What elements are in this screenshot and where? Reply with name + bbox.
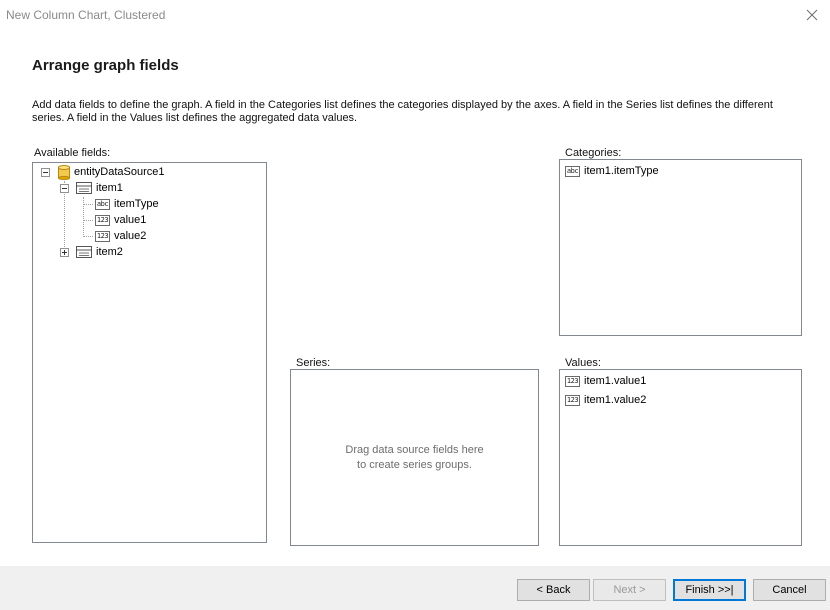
values-label: Values: (565, 357, 601, 369)
text-field-icon: abc (565, 165, 580, 177)
finish-button[interactable]: Finish >>| (673, 579, 746, 601)
tree-line (83, 204, 93, 205)
tree-line (83, 236, 93, 237)
list-item-label: item1.value2 (584, 394, 647, 406)
tree-node-label: item2 (96, 246, 123, 258)
available-fields-tree[interactable]: entityDataSource1 item1 abc itemType 123… (32, 162, 267, 543)
numeric-field-icon: 123 (95, 214, 110, 226)
tree-line (83, 197, 84, 237)
expand-item2-expander[interactable] (60, 248, 69, 257)
categories-drop-zone[interactable]: abc item1.itemType (559, 159, 802, 336)
table-icon (76, 182, 92, 194)
numeric-field-icon: 123 (95, 230, 110, 242)
tree-field-itemtype[interactable]: abc itemType (95, 196, 159, 212)
tree-field-label: value1 (114, 214, 147, 226)
tree-field-label: value2 (114, 230, 147, 242)
tree-node-item1[interactable]: item1 (76, 180, 123, 196)
page-description: Add data fields to define the graph. A f… (32, 99, 773, 124)
tree-node-label: item1 (96, 182, 123, 194)
categories-label: Categories: (565, 147, 622, 159)
list-item-label: item1.itemType (584, 165, 659, 177)
close-icon (806, 9, 818, 21)
collapse-item1-expander[interactable] (60, 184, 69, 193)
tree-node-root[interactable]: entityDataSource1 (58, 164, 165, 180)
list-item[interactable]: 123 item1.value1 (565, 373, 646, 389)
collapse-root-expander[interactable] (41, 168, 50, 177)
title-bar: New Column Chart, Clustered (0, 0, 830, 30)
numeric-field-icon: 123 (565, 375, 580, 387)
close-button[interactable] (794, 0, 830, 30)
values-drop-zone[interactable]: 123 item1.value1 123 item1.value2 (559, 369, 802, 546)
available-fields-label: Available fields: (34, 147, 111, 159)
series-placeholder-line1: Drag data source fields here (345, 444, 484, 456)
list-item[interactable]: 123 item1.value2 (565, 392, 646, 408)
series-placeholder-line2: to create series groups. (357, 459, 472, 471)
table-icon (76, 246, 92, 258)
list-item-label: item1.value1 (584, 375, 647, 387)
tree-node-label: entityDataSource1 (74, 166, 165, 178)
page-heading: Arrange graph fields (32, 57, 179, 74)
series-drop-zone[interactable]: Drag data source fields here to create s… (290, 369, 539, 546)
numeric-field-icon: 123 (565, 394, 580, 406)
text-field-icon: abc (95, 198, 110, 210)
next-button[interactable]: Next > (593, 579, 666, 601)
list-item[interactable]: abc item1.itemType (565, 163, 659, 179)
tree-node-item2[interactable]: item2 (76, 244, 123, 260)
series-label: Series: (296, 357, 331, 369)
tree-field-label: itemType (114, 198, 159, 210)
tree-field-value2[interactable]: 123 value2 (95, 228, 146, 244)
cancel-button[interactable]: Cancel (753, 579, 826, 601)
window-title: New Column Chart, Clustered (6, 8, 166, 22)
tree-line (83, 220, 93, 221)
database-icon (58, 164, 70, 180)
back-button[interactable]: < Back (517, 579, 590, 601)
tree-field-value1[interactable]: 123 value1 (95, 212, 146, 228)
